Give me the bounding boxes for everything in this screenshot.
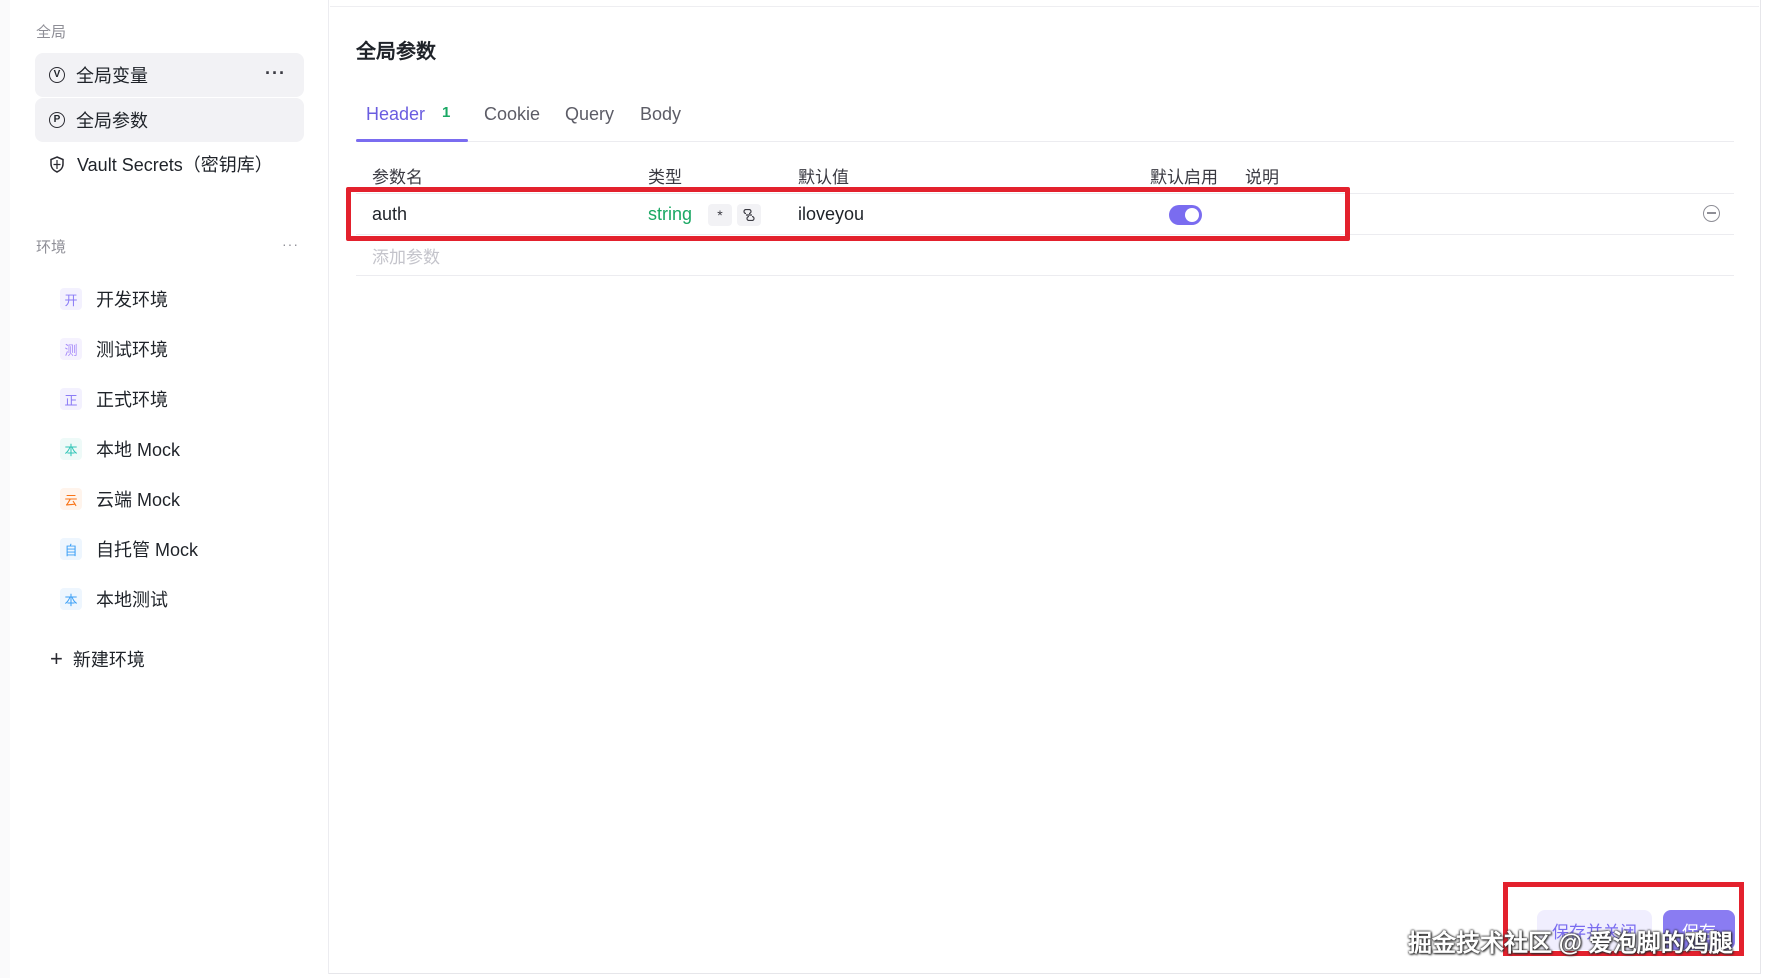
tab-header-label: Header [366,104,426,124]
param-tabs: Header 1 Cookie Query Body [356,96,1734,142]
env-label: 本地 Mock [96,440,181,460]
new-environment-button[interactable]: + 新建环境 [50,646,145,672]
table-row: auth string * iloveyou [356,193,1734,235]
shield-icon [50,155,64,173]
env-label: 测试环境 [96,340,168,360]
env-item-local-test[interactable]: 本 本地测试 [60,580,300,618]
sidebar: 全局 V 全局变量 ··· P 全局参数 Vault Secrets（密钥库） … [10,0,329,974]
env-badge: 开 [60,288,82,310]
top-divider [330,6,1759,7]
parameter-icon: P [49,112,65,128]
env-badge: 自 [60,538,82,560]
sidebar-item-label: 全局变量 [76,66,148,86]
toggle-knob [1185,208,1199,222]
sidebar-item-global-params[interactable]: P 全局参数 [35,98,304,142]
column-header-enabled: 默认启用 [1150,168,1218,187]
tab-query[interactable]: Query [565,104,614,125]
left-edge-strip [0,0,10,978]
tab-body[interactable]: Body [640,104,681,125]
tab-header-count: 1 [442,104,451,121]
env-badge: 云 [60,488,82,510]
env-badge: 正 [60,388,82,410]
remove-param-icon[interactable] [1703,205,1720,222]
page-title: 全局参数 [356,41,436,63]
env-item-local-mock[interactable]: 本 本地 Mock [60,430,300,468]
column-header-name: 参数名 [372,168,423,187]
env-more-icon[interactable]: ··· [282,236,299,252]
global-section-label: 全局 [36,24,67,41]
env-item-cloud-mock[interactable]: 云 云端 Mock [60,480,300,518]
variable-icon: V [49,67,65,83]
watermark: 掘金技术社区 @ 爱泡脚的鸡腿 [1408,930,1733,957]
link-icon[interactable] [737,204,761,226]
more-options-icon[interactable]: ··· [265,63,286,84]
sidebar-item-label: 全局参数 [76,111,148,131]
sidebar-item-vault-secrets[interactable]: Vault Secrets（密钥库） [35,142,304,186]
env-item-prod[interactable]: 正 正式环境 [60,380,300,418]
active-tab-indicator [356,139,468,142]
param-name-input[interactable]: auth [372,204,407,225]
plus-icon: + [50,646,63,671]
new-environment-label: 新建环境 [72,650,145,670]
env-item-selfhosted-mock[interactable]: 自 自托管 Mock [60,530,300,568]
env-label: 开发环境 [96,290,168,310]
env-item-dev[interactable]: 开 开发环境 [60,280,300,318]
env-badge: 本 [60,438,82,460]
column-header-type: 类型 [648,168,682,187]
env-badge: 测 [60,338,82,360]
env-label: 正式环境 [96,390,168,410]
add-param-row[interactable]: 添加参数 [356,234,1734,276]
column-header-default: 默认值 [798,168,849,187]
table-header: 参数名 类型 默认值 默认启用 说明 [356,163,1734,193]
add-param-placeholder[interactable]: 添加参数 [372,243,440,268]
env-badge: 本 [60,588,82,610]
env-label: 自托管 Mock [96,540,199,560]
tab-header[interactable]: Header [366,104,425,125]
required-toggle[interactable]: * [708,204,732,226]
param-type-select[interactable]: string [648,204,692,225]
env-label: 云端 Mock [96,490,181,510]
param-default-input[interactable]: iloveyou [798,204,864,225]
column-header-description: 说明 [1245,168,1279,187]
env-section-label: 环境 [36,239,67,256]
sidebar-item-label: Vault Secrets（密钥库） [77,155,273,175]
default-enabled-toggle[interactable] [1169,205,1202,225]
sidebar-item-global-variables[interactable]: V 全局变量 ··· [35,53,304,97]
tab-cookie[interactable]: Cookie [484,104,540,125]
env-item-test[interactable]: 测 测试环境 [60,330,300,368]
env-label: 本地测试 [96,590,168,610]
